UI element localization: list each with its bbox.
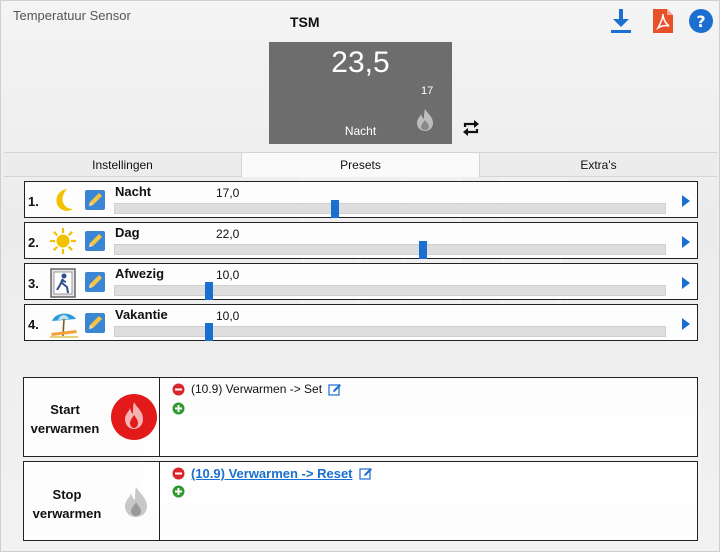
preset-value: 10,0 [216, 268, 240, 282]
help-icon: ? [689, 9, 713, 33]
preset-name: Nacht [115, 184, 152, 199]
start-heating-header: Start verwarmen [24, 378, 160, 456]
chevron-right-icon[interactable] [681, 194, 691, 208]
setpoint-value: 17 [421, 85, 434, 97]
minus-circle-icon [172, 467, 185, 480]
moon-icon [56, 189, 73, 211]
tab-instellingen[interactable]: Instellingen [4, 153, 242, 177]
preset-slider[interactable] [114, 241, 666, 259]
start-heating-label: Start verwarmen [30, 402, 100, 436]
action-item: (10.9) Verwarmen -> Reset [172, 466, 373, 481]
preset-name: Dag [115, 225, 140, 240]
slider-thumb[interactable] [204, 323, 213, 341]
preset-row-dag: 2. Dag 22,0 [24, 222, 698, 259]
preset-slider[interactable] [114, 200, 666, 218]
preset-number: 4. [28, 317, 39, 332]
slider-thumb[interactable] [419, 241, 427, 259]
flame-active-icon [111, 394, 157, 440]
stop-heating-panel: Stop verwarmen (10.9) Verwarmen -> Reset [23, 461, 698, 541]
edit-icon[interactable] [84, 271, 106, 293]
tab-extras[interactable]: Extra's [480, 153, 717, 177]
refresh-icon [463, 120, 479, 136]
preset-row-nacht: 1. Nacht 17,0 [24, 181, 698, 218]
thermostat-display: 23,5 17 Nacht [269, 42, 452, 144]
preset-number: 1. [28, 194, 39, 209]
edit-icon[interactable] [328, 383, 342, 396]
flame-icon [417, 109, 433, 131]
current-temperature: 23,5 [331, 46, 390, 79]
start-heating-panel: Start verwarmen (10.9) Verwarmen -> Set [23, 377, 698, 457]
action-item-link[interactable]: (10.9) Verwarmen -> Reset [191, 466, 353, 481]
stop-heating-label: Stop verwarmen [32, 487, 102, 521]
preset-value: 17,0 [216, 186, 240, 200]
preset-value: 10,0 [216, 309, 240, 323]
preset-number: 3. [28, 276, 39, 291]
edit-icon[interactable] [84, 312, 106, 334]
action-item: (10.9) Verwarmen -> Set [172, 382, 342, 396]
minus-circle-icon [172, 383, 185, 395]
chevron-right-icon[interactable] [681, 235, 691, 249]
preset-number: 2. [28, 235, 39, 250]
plus-circle-icon [172, 402, 185, 415]
refresh-button[interactable] [461, 119, 481, 140]
svg-text:?: ? [696, 12, 705, 31]
tab-presets[interactable]: Presets [242, 153, 480, 177]
preset-slider[interactable] [114, 282, 666, 300]
pdf-icon [653, 9, 673, 33]
device-name: TSM [290, 14, 320, 30]
plus-circle-icon [172, 485, 185, 498]
preset-slider[interactable] [114, 323, 666, 341]
chevron-right-icon[interactable] [681, 276, 691, 290]
preset-row-afwezig: 3. Afwezig 10,0 [24, 263, 698, 300]
edit-icon[interactable] [84, 189, 106, 211]
preset-value: 22,0 [216, 227, 240, 241]
help-button[interactable]: ? [687, 7, 715, 35]
app-window: Temperatuur Sensor TSM ? 23,5 17 Nacht I… [0, 0, 720, 552]
add-button[interactable] [172, 485, 185, 501]
remove-button[interactable] [172, 467, 185, 480]
remove-button[interactable] [172, 383, 185, 396]
beach-umbrella-icon [50, 313, 78, 338]
tab-bar: Instellingen Presets Extra's [4, 152, 717, 177]
edit-icon[interactable] [84, 230, 106, 252]
download-icon [611, 9, 631, 33]
flame-inactive-icon [125, 487, 147, 517]
pdf-export-button[interactable] [649, 7, 677, 35]
stop-heating-header: Stop verwarmen [24, 462, 160, 540]
slider-thumb[interactable] [331, 200, 339, 218]
edit-icon[interactable] [358, 467, 373, 480]
sun-icon [50, 228, 76, 254]
add-button[interactable] [172, 402, 185, 418]
action-item-text: (10.9) Verwarmen -> Set [191, 382, 323, 396]
preset-name: Afwezig [115, 266, 165, 281]
preset-name: Vakantie [115, 307, 168, 322]
exit-door-icon [50, 268, 76, 298]
slider-thumb[interactable] [204, 282, 213, 300]
window-title: Temperatuur Sensor [13, 8, 131, 23]
preset-row-vakantie: 4. Vakantie 10,0 [24, 304, 698, 341]
chevron-right-icon[interactable] [681, 317, 691, 331]
download-button[interactable] [607, 7, 635, 35]
